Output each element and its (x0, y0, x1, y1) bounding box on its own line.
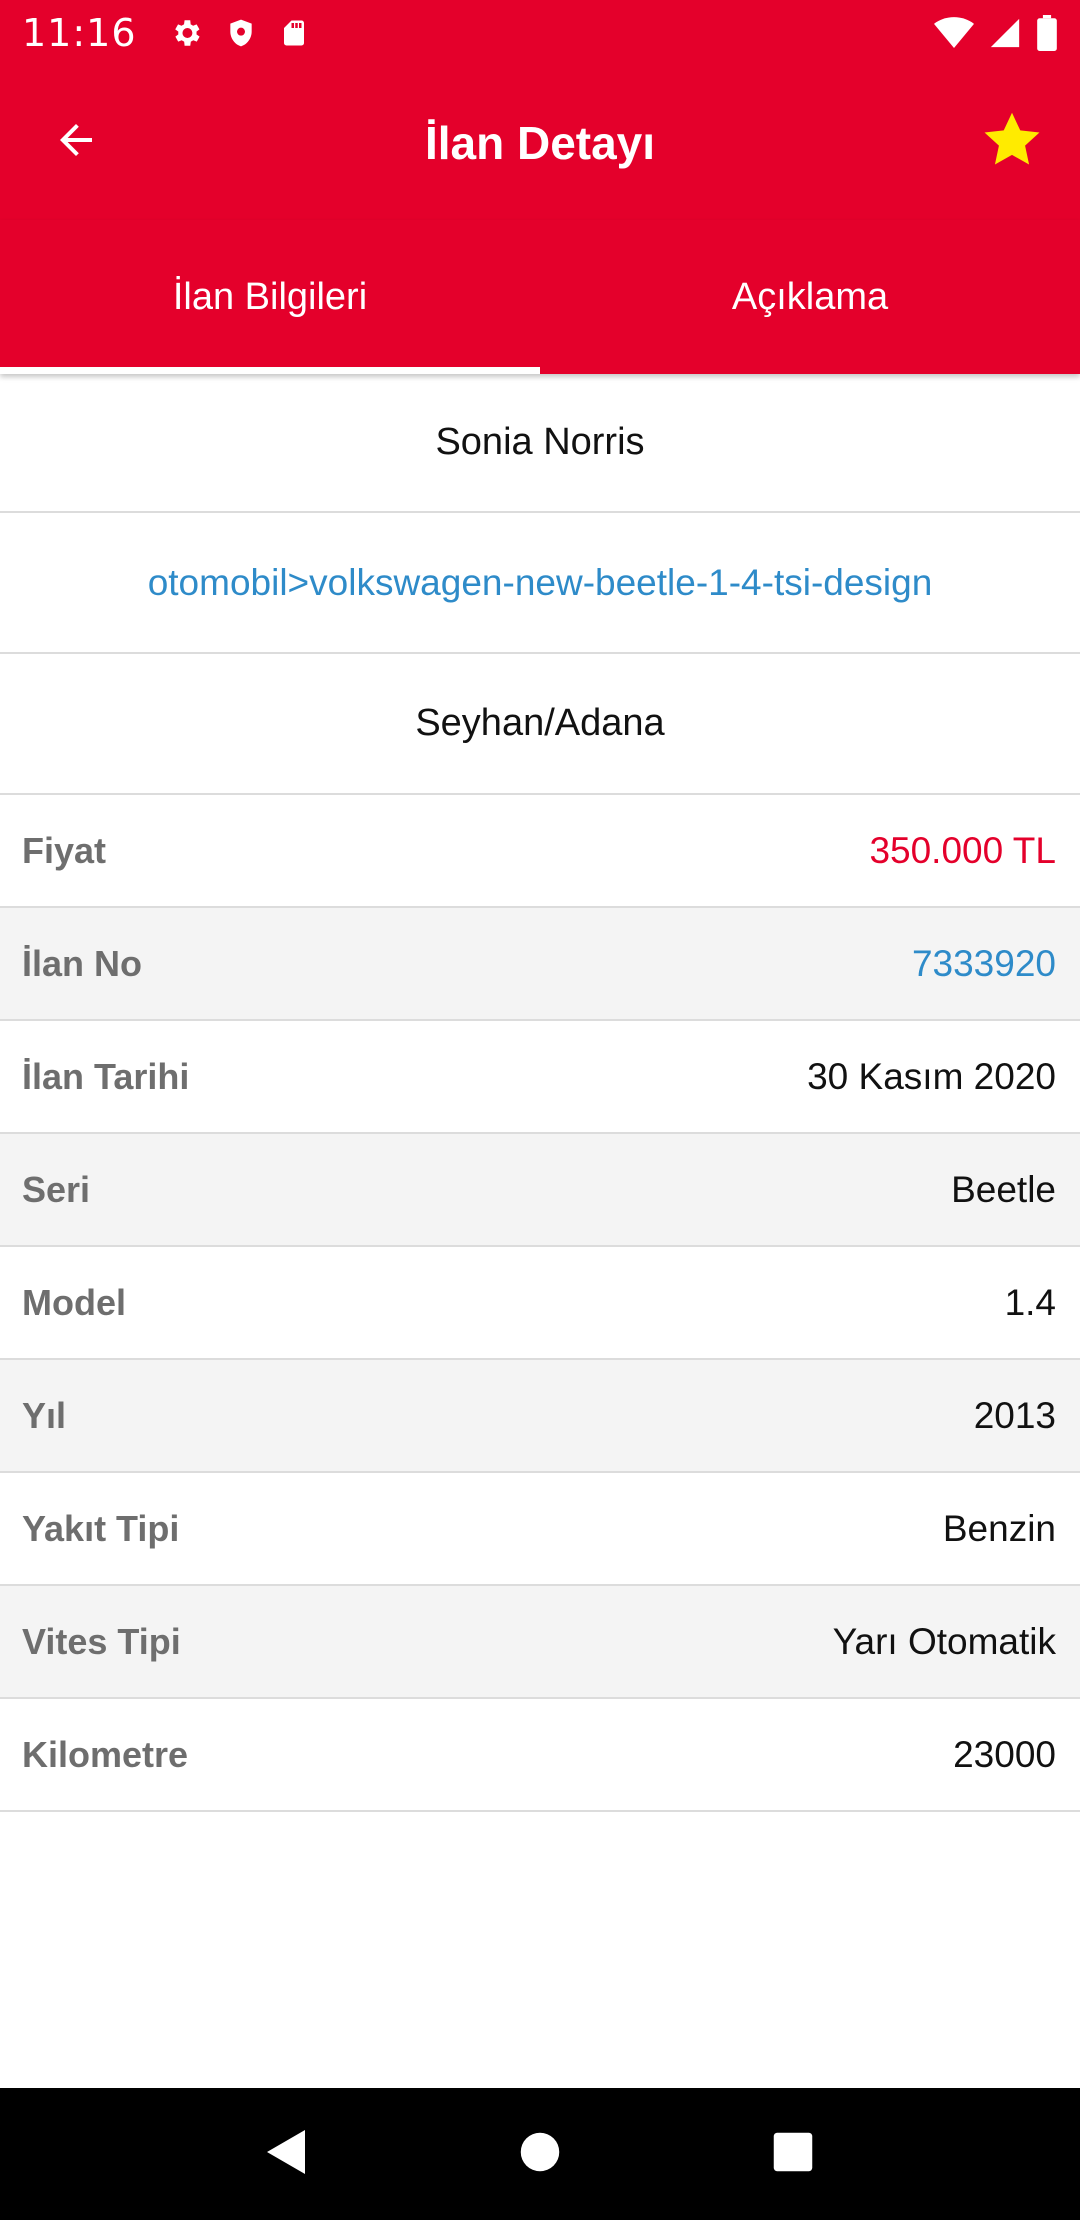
detail-label: İlan No (22, 942, 143, 984)
price-value: 350.000 TL (869, 829, 1056, 871)
status-time: 11:16 (22, 11, 137, 55)
detail-value: 2013 (973, 1394, 1056, 1436)
detail-row-kilometre: Kilometre 23000 (0, 1699, 1080, 1812)
nav-home-button[interactable] (500, 2114, 580, 2194)
back-triangle-icon (265, 2128, 309, 2181)
detail-label: İlan Tarihi (22, 1055, 190, 1097)
detail-row-vites-tipi: Vites Tipi Yarı Otomatik (0, 1586, 1080, 1699)
settings-icon (169, 16, 203, 50)
tab-aciklama[interactable]: Açıklama (540, 220, 1080, 374)
home-circle-icon (519, 2131, 561, 2178)
wifi-icon (934, 16, 974, 50)
tab-indicator (0, 367, 540, 374)
detail-value: Yarı Otomatik (832, 1620, 1056, 1662)
recents-square-icon (772, 2131, 814, 2178)
listing-number-value[interactable]: 7333920 (912, 943, 1056, 985)
detail-row-seri: Seri Beetle (0, 1134, 1080, 1247)
detail-value: 30 Kasım 2020 (807, 1055, 1056, 1097)
detail-row-model: Model 1.4 (0, 1247, 1080, 1360)
detail-label: Yakıt Tipi (22, 1507, 180, 1549)
favorite-button[interactable] (974, 104, 1050, 180)
detail-row-yil: Yıl 2013 (0, 1360, 1080, 1473)
arrow-left-icon (52, 116, 100, 169)
page-title: İlan Detayı (424, 117, 656, 169)
listing-details: Sonia Norris otomobil>volkswagen-new-bee… (0, 374, 1080, 1812)
status-bar: 11:16 (0, 0, 1080, 66)
sd-card-icon (279, 16, 309, 50)
detail-row-yakit-tipi: Yakıt Tipi Benzin (0, 1473, 1080, 1586)
nav-back-button[interactable] (247, 2114, 327, 2194)
detail-label: Seri (22, 1168, 91, 1210)
category-path-link[interactable]: otomobil>volkswagen-new-beetle-1-4-tsi-d… (0, 513, 1080, 654)
back-button[interactable] (44, 110, 108, 174)
status-left-icons (169, 16, 309, 50)
detail-row-fiyat: Fiyat 350.000 TL (0, 795, 1080, 908)
detail-row-ilan-no: İlan No 7333920 (0, 908, 1080, 1021)
battery-icon (1036, 15, 1058, 51)
detail-label: Kilometre (22, 1733, 189, 1775)
star-icon (980, 108, 1044, 177)
status-right-icons (934, 15, 1058, 51)
shield-icon (225, 16, 257, 50)
detail-value: Beetle (951, 1168, 1056, 1210)
signal-icon (988, 16, 1022, 50)
tab-label: Açıklama (731, 275, 889, 318)
detail-label: Vites Tipi (22, 1620, 181, 1662)
tab-bar: İlan Bilgileri Açıklama (0, 220, 1080, 374)
tab-label: İlan Bilgileri (172, 275, 368, 318)
detail-label: Fiyat (22, 829, 107, 871)
nav-recents-button[interactable] (753, 2114, 833, 2194)
location: Seyhan/Adana (0, 654, 1080, 795)
detail-label: Model (22, 1281, 126, 1323)
app-bar: İlan Detayı (0, 66, 1080, 220)
detail-label: Yıl (22, 1394, 67, 1436)
system-nav-bar (0, 2088, 1080, 2220)
detail-value: 23000 (953, 1733, 1056, 1775)
detail-value: Benzin (942, 1507, 1056, 1549)
detail-row-ilan-tarihi: İlan Tarihi 30 Kasım 2020 (0, 1021, 1080, 1134)
tab-ilan-bilgileri[interactable]: İlan Bilgileri (0, 220, 540, 374)
seller-name: Sonia Norris (0, 374, 1080, 513)
detail-value: 1.4 (1004, 1281, 1056, 1323)
